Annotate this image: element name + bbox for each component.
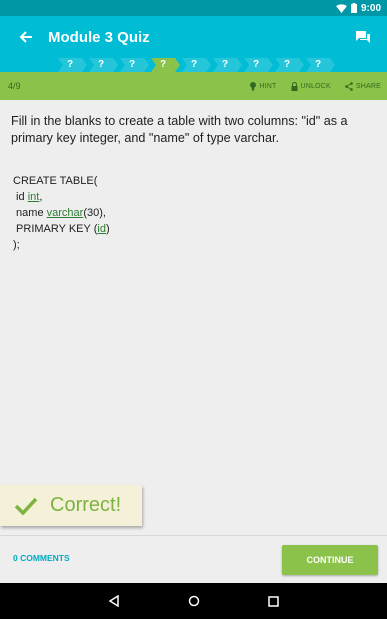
- step-2[interactable]: ?: [94, 58, 108, 72]
- unlock-button[interactable]: UNLOCK: [291, 81, 331, 91]
- app-bar: Module 3 Quiz: [0, 16, 387, 58]
- blank-int[interactable]: int: [28, 191, 40, 203]
- hint-label: HINT: [259, 82, 277, 90]
- share-label: SHARE: [355, 82, 381, 90]
- arrow-left-icon: [19, 31, 32, 43]
- code-block: CREATE TABLE( id int, name varchar(30), …: [13, 173, 110, 253]
- comments-link[interactable]: 0 COMMENTS: [13, 553, 70, 563]
- blank-id[interactable]: id: [97, 223, 106, 235]
- step-3[interactable]: ?: [125, 58, 139, 72]
- hint-button[interactable]: HINT: [250, 81, 277, 91]
- code-line: name varchar(30),: [13, 207, 106, 219]
- status-bar: 9:00: [0, 0, 387, 16]
- back-button[interactable]: [16, 27, 36, 47]
- code-line: );: [13, 239, 20, 251]
- code-line: CREATE TABLE(: [13, 175, 98, 187]
- recents-square-icon[interactable]: [268, 595, 279, 607]
- clock: 9:00: [360, 2, 381, 14]
- step-5[interactable]: ?: [187, 58, 201, 72]
- step-8[interactable]: ?: [280, 58, 294, 72]
- lightbulb-icon: [250, 81, 257, 90]
- continue-button[interactable]: CONTINUE: [282, 545, 378, 575]
- step-6[interactable]: ?: [218, 58, 232, 72]
- step-9[interactable]: ?: [311, 58, 325, 72]
- unlock-label: UNLOCK: [300, 82, 331, 90]
- wifi-icon: [335, 3, 347, 13]
- page-title: Module 3 Quiz: [48, 28, 150, 46]
- code-line: PRIMARY KEY (id): [13, 223, 110, 235]
- step-1[interactable]: ?: [63, 58, 77, 72]
- step-7[interactable]: ?: [249, 58, 263, 72]
- checkmark-icon: [14, 497, 38, 515]
- bottom-bar: 0 COMMENTS CONTINUE: [0, 535, 387, 583]
- step-4[interactable]: ?: [156, 58, 170, 72]
- question-text: Fill in the blanks to create a table wit…: [11, 114, 348, 145]
- chat-icon: [356, 31, 370, 43]
- home-circle-icon[interactable]: [188, 595, 200, 607]
- back-triangle-icon[interactable]: [108, 595, 120, 607]
- correct-feedback: Correct!: [0, 485, 142, 526]
- blank-varchar[interactable]: varchar: [47, 207, 84, 219]
- feedback-text: Correct!: [50, 494, 122, 516]
- system-nav-bar: [0, 583, 387, 619]
- discussion-button[interactable]: [353, 27, 373, 47]
- lock-icon: [291, 81, 297, 91]
- question-counter: 4/9: [8, 81, 21, 91]
- quiz-toolbar: 4/9 HINT UNLOCK SHARE: [0, 72, 387, 100]
- quiz-progress: ? ? ? ? ? ? ? ? ?: [0, 58, 387, 72]
- share-button[interactable]: SHARE: [345, 81, 381, 91]
- share-icon: [345, 81, 353, 91]
- battery-icon: [350, 3, 357, 13]
- code-line: id int,: [13, 191, 43, 203]
